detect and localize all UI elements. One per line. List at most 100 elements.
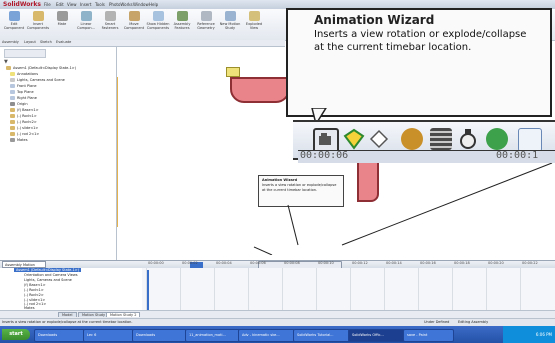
motion-tree-item[interactable]: (f) Base<1> <box>24 283 46 287</box>
system-tray: 6:06 PM <box>503 326 555 343</box>
smart-fasteners-button[interactable]: Smart Fasteners <box>98 11 122 30</box>
tree-root[interactable]: Assem1 (Default<Display State-1>) <box>6 66 76 70</box>
timeline-tick <box>384 268 385 310</box>
motion-timeline[interactable] <box>142 268 555 310</box>
timeline-label: 00:00:08 <box>284 261 300 265</box>
autokey-icon[interactable] <box>343 128 365 150</box>
menu-edit[interactable]: Edit <box>56 2 64 7</box>
filter-icon[interactable]: ▼ <box>4 59 8 65</box>
taskbar-item[interactable]: Downloads <box>34 329 85 342</box>
insert-components-button[interactable]: Insert Components <box>26 11 50 30</box>
tooltip-zoomed-description: Inserts a view rotation or explode/colla… <box>314 29 527 53</box>
tree-item[interactable]: Front Plane <box>10 84 37 88</box>
gravity-icon[interactable] <box>486 128 508 150</box>
timeline-tick <box>282 268 283 310</box>
tree-item[interactable]: (-) Rod<1> <box>10 114 37 118</box>
tab-layout[interactable]: Layout <box>24 40 36 44</box>
menu-tools[interactable]: Tools <box>95 2 105 7</box>
timeline-tick <box>350 268 351 310</box>
tab-motion-study-2[interactable]: Motion Study 2 <box>106 312 141 317</box>
move-component-button[interactable]: Move Component <box>122 11 146 30</box>
edit-component-button[interactable]: Edit Component <box>2 11 26 30</box>
damper-icon[interactable] <box>457 128 479 150</box>
timeline-tick <box>486 268 487 310</box>
tree-item[interactable]: (f) Base<1> <box>10 108 39 112</box>
timeline-label: 00:00:18 <box>454 261 470 265</box>
tab-sketch[interactable]: Sketch <box>40 40 52 44</box>
insert-components-icon <box>32 11 44 21</box>
feature-manager: ▼ Assem1 (Default<Display State-1>) Anno… <box>0 47 139 260</box>
tree-item[interactable]: Right Plane <box>10 96 37 100</box>
app-logo: SolidWorks <box>3 1 41 8</box>
origin-icon <box>10 102 15 106</box>
motor-icon[interactable] <box>401 128 423 150</box>
taskbar-item[interactable]: Lec 6 <box>83 329 134 342</box>
edit-component-icon <box>8 11 20 21</box>
study-type-select[interactable]: Assembly Motion <box>2 261 46 268</box>
linear-component-button[interactable]: Linear Compon... <box>74 11 98 30</box>
motion-tree: Assem1 (Default<Display State-1>) Orient… <box>0 268 143 310</box>
menu-view[interactable]: View <box>67 2 77 7</box>
timeline-label: 00:00:00 <box>148 261 164 265</box>
tooltip-zoomed-title: Animation Wizard <box>314 13 435 27</box>
menu-file[interactable]: File <box>44 2 51 7</box>
motion-tree-item[interactable]: Lights, Cameras and Scene <box>24 278 72 282</box>
plane-icon <box>10 84 15 88</box>
tree-item[interactable]: Lights, Cameras and Scene <box>10 78 65 82</box>
reference-geometry-icon <box>200 11 212 21</box>
part-icon <box>10 126 15 130</box>
tree-item[interactable]: (-) Rod<2> <box>10 120 37 124</box>
taskbar-item[interactable]: Adv - kinematic ske... <box>238 329 295 342</box>
menu-insert[interactable]: Insert <box>80 2 91 7</box>
exploded-view-button[interactable]: Exploded View <box>242 11 266 30</box>
mate-button[interactable]: Mate <box>50 11 74 26</box>
tree-item[interactable]: Annotations <box>10 72 38 76</box>
timeline-tick <box>316 268 317 310</box>
reference-geometry-button[interactable]: Reference Geometry <box>194 11 218 30</box>
show-hidden-button[interactable]: Show Hidden Components <box>146 11 170 30</box>
menu-photoworks[interactable]: PhotoWorks <box>109 2 133 7</box>
taskbar-item[interactable]: SolidWorks Tutorial... <box>293 329 350 342</box>
tree-item[interactable]: Origin <box>10 102 28 106</box>
keyframe-column[interactable] <box>147 270 149 310</box>
taskbar-item[interactable]: 11_animation_moti... <box>185 329 240 342</box>
spring-icon[interactable] <box>430 128 452 150</box>
assembly-icon <box>6 66 11 70</box>
timeline-label: 00:00:20 <box>488 261 504 265</box>
part-yellow[interactable] <box>226 67 240 77</box>
timeline-tick <box>180 268 181 310</box>
new-motion-study-button[interactable]: New Motion Study <box>218 11 242 30</box>
assembly-features-button[interactable]: Assembly Features <box>170 11 194 30</box>
part-icon <box>10 108 15 112</box>
taskbar-item[interactable]: SolidWorks Offic... <box>348 329 405 342</box>
motion-tree-item[interactable]: (-) Rod<2> <box>24 293 44 297</box>
menu-window[interactable]: Window <box>133 2 149 7</box>
taskbar-item[interactable]: Downloads <box>132 329 187 342</box>
mate-icon <box>56 11 68 21</box>
motion-tree-item[interactable]: Orientation and Camera Views <box>24 273 78 277</box>
tree-item[interactable]: Top Plane <box>10 90 34 94</box>
plane-icon <box>10 90 15 94</box>
add-key-icon[interactable] <box>368 128 390 150</box>
tree-item[interactable]: Mates <box>10 138 28 142</box>
timeline-tick <box>248 268 249 310</box>
taskbar-item[interactable]: save - Paint <box>403 329 454 342</box>
feature-manager-toolbar[interactable] <box>4 49 46 58</box>
timeline-label: 00:00:06 <box>250 261 266 265</box>
status-editing: Editing Assembly <box>458 320 489 324</box>
tab-model[interactable]: Model <box>58 312 77 317</box>
menu-help[interactable]: Help <box>149 2 158 7</box>
motion-tree-item[interactable]: (-) Rod<1> <box>24 288 44 292</box>
zoomed-timeline-header: 00:00:06 00:00:1 <box>298 150 555 163</box>
start-button[interactable]: start <box>2 329 30 340</box>
mates-icon <box>10 138 15 142</box>
results-icon[interactable] <box>518 128 542 152</box>
timeline-label: 00:00:12 <box>352 261 368 265</box>
tab-assembly[interactable]: Assembly <box>2 40 19 44</box>
tree-item[interactable]: (-) slide<1> <box>10 126 38 130</box>
tree-item[interactable]: (-) rod 2<1> <box>10 132 39 136</box>
time-label: 00:00:1 <box>496 150 539 161</box>
tab-evaluate[interactable]: Evaluate <box>56 40 71 44</box>
part-icon <box>10 120 15 124</box>
motion-tree-root[interactable]: Assem1 (Default<Display State-1>) <box>14 268 82 272</box>
